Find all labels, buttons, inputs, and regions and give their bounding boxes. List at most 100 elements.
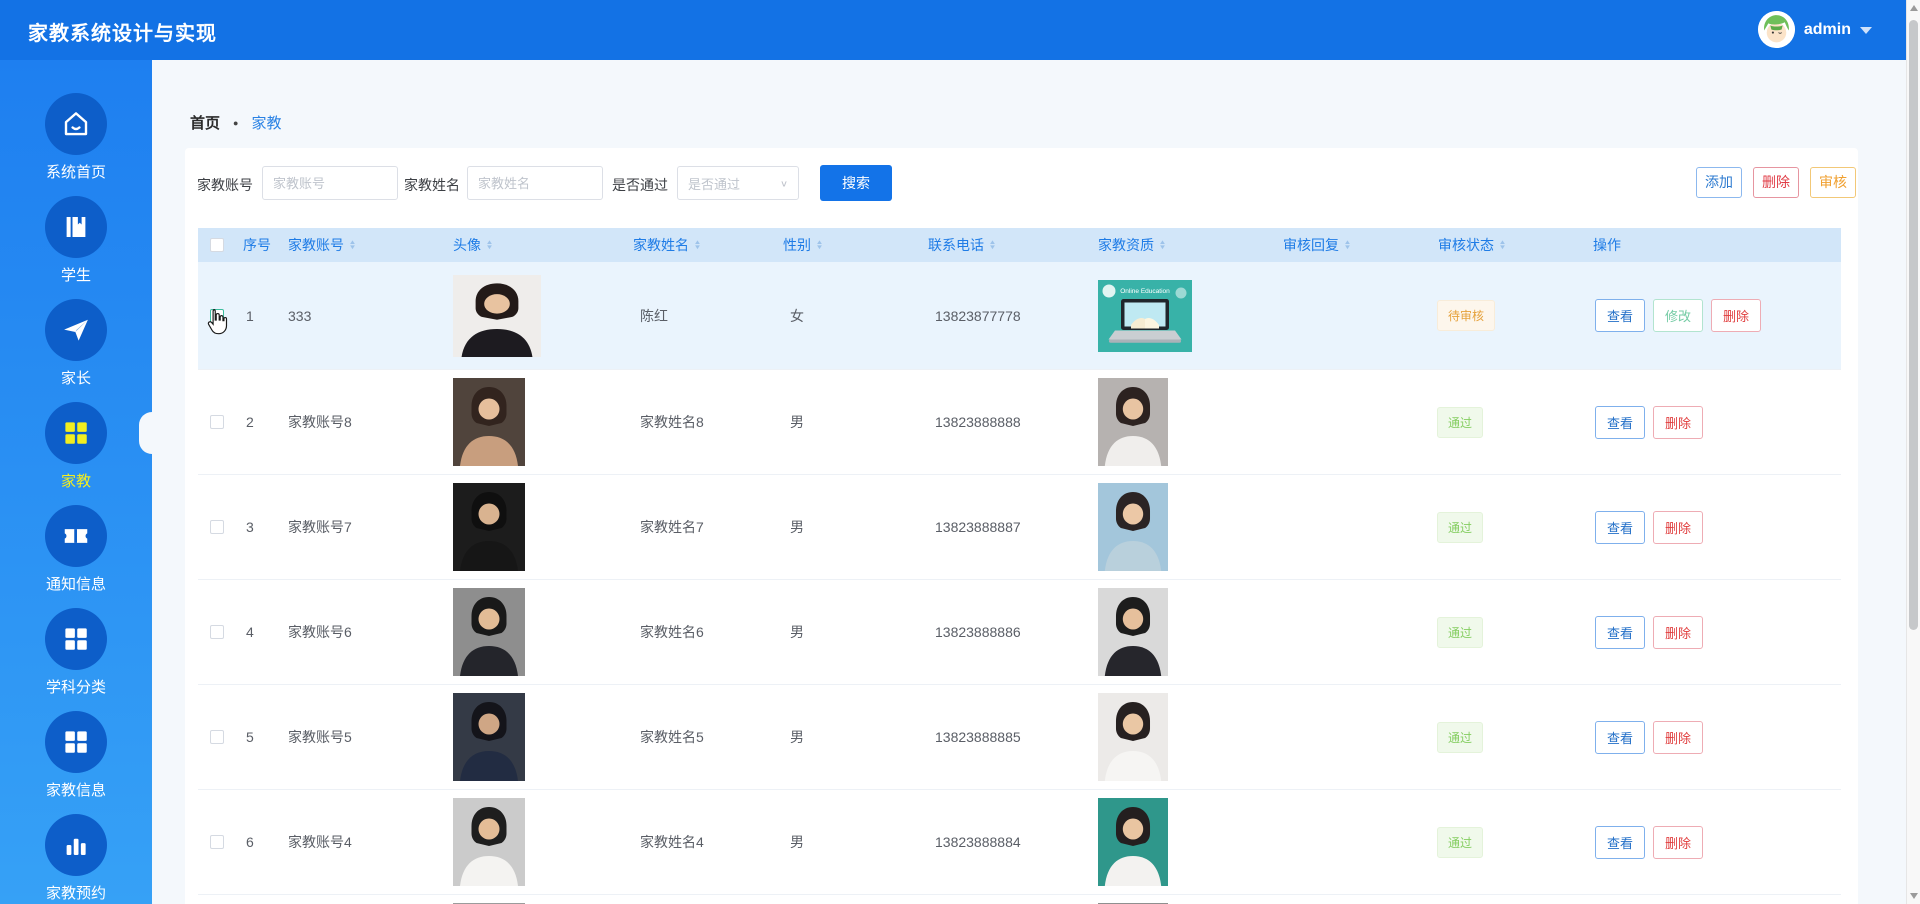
status-badge: 待审核 xyxy=(1437,300,1496,331)
cell-phone: 13823888885 xyxy=(935,729,1021,745)
scroll-down-icon[interactable] xyxy=(1910,893,1918,899)
avatar-image xyxy=(453,693,625,781)
delete-row-button[interactable]: 删除 xyxy=(1653,615,1704,649)
delete-row-button[interactable]: 删除 xyxy=(1653,720,1704,754)
qualification-image xyxy=(1098,588,1275,676)
sort-icon[interactable]: ▲ ▼ xyxy=(815,239,823,250)
view-row-button[interactable]: 查看 xyxy=(1595,405,1646,439)
review-button[interactable]: 审核 xyxy=(1810,167,1856,198)
cell-operations: 查看 删除 xyxy=(1585,405,1841,439)
cell-index: 5 xyxy=(246,729,254,745)
row-checkbox[interactable] xyxy=(209,835,224,849)
name-search-input[interactable] xyxy=(467,166,603,200)
user-avatar xyxy=(1757,11,1795,48)
view-row-button[interactable]: 查看 xyxy=(1595,720,1646,754)
sort-icon[interactable]: ▲ ▼ xyxy=(1343,239,1351,250)
table-row: 6 家教账号4 家教姓名4 男 13823888884 通过 查看 删除 xyxy=(198,790,1841,895)
cell-account: 家教账号6 xyxy=(288,624,352,640)
status-badge: 通过 xyxy=(1437,616,1484,648)
cell-status: 待审核 xyxy=(1430,300,1585,331)
row-checkbox[interactable] xyxy=(209,415,224,429)
row-checkbox[interactable] xyxy=(209,520,224,534)
column-header-name[interactable]: 家教姓名 ▲ ▼ xyxy=(625,235,775,255)
filter-name-label: 家教姓名 xyxy=(404,177,460,193)
sidebar-item-家教[interactable]: 家教 xyxy=(0,402,152,505)
view-row-button[interactable]: 查看 xyxy=(1595,615,1646,649)
cell-phone: 13823877778 xyxy=(935,307,1021,324)
select-all-checkbox-cell xyxy=(198,238,235,252)
qualification-image xyxy=(1098,483,1275,571)
table-row xyxy=(198,895,1841,904)
breadcrumb: 首页 ● 家教 xyxy=(190,112,281,133)
sort-icon[interactable]: ▲ ▼ xyxy=(693,239,701,250)
cell-account: 家教账号8 xyxy=(288,414,352,430)
cell-operations: 查看 删除 xyxy=(1585,825,1841,859)
sidebar-item-学生[interactable]: 学生 xyxy=(0,196,152,299)
app-title: 家教系统设计与实现 xyxy=(28,23,217,45)
delete-row-button[interactable]: 删除 xyxy=(1653,405,1704,439)
sort-icon[interactable]: ▲ ▼ xyxy=(348,239,356,250)
cell-name: 家教姓名5 xyxy=(640,729,704,745)
cell-account: 家教账号5 xyxy=(288,729,352,745)
sort-icon[interactable]: ▲ ▼ xyxy=(485,239,493,250)
filter-pass-label: 是否通过 xyxy=(612,177,668,193)
user-name: admin xyxy=(1803,20,1851,38)
row-checkbox[interactable] xyxy=(209,730,224,744)
view-row-button[interactable]: 查看 xyxy=(1595,825,1646,859)
qualification-image xyxy=(1098,378,1275,466)
scroll-up-icon[interactable] xyxy=(1910,5,1918,11)
sidebar-item-label: 系统首页 xyxy=(45,164,106,181)
breadcrumb-home[interactable]: 首页 xyxy=(190,112,220,133)
sort-icon[interactable]: ▲ ▼ xyxy=(1498,239,1506,250)
cell-gender: 男 xyxy=(790,519,804,535)
search-button[interactable]: 搜索 xyxy=(820,165,892,201)
column-header-qualification[interactable]: 家教资质 ▲ ▼ xyxy=(1090,235,1275,255)
row-checkbox[interactable] xyxy=(209,625,224,639)
pass-select[interactable]: 是否通过 ∨ xyxy=(677,166,799,200)
sort-icon[interactable]: ▲ ▼ xyxy=(988,239,996,250)
sidebar-item-系统首页[interactable]: 系统首页 xyxy=(0,93,152,196)
status-badge: 通过 xyxy=(1437,406,1484,438)
column-header-gender[interactable]: 性别 ▲ ▼ xyxy=(775,235,920,255)
cell-name: 家教姓名7 xyxy=(640,519,704,535)
sort-icon[interactable]: ▲ ▼ xyxy=(1158,239,1166,250)
avatar-image xyxy=(453,378,625,466)
grid-icon xyxy=(45,402,107,464)
column-header-reply[interactable]: 审核回复 ▲ ▼ xyxy=(1275,235,1430,255)
cell-index: 1 xyxy=(246,307,254,324)
table-row: 5 家教账号5 家教姓名5 男 13823888885 通过 查看 删除 xyxy=(198,685,1841,790)
scrollbar[interactable] xyxy=(1906,0,1920,904)
scrollbar-thumb[interactable] xyxy=(1909,20,1918,630)
column-header-phone[interactable]: 联系电话 ▲ ▼ xyxy=(920,235,1090,255)
svg-text:Online Education: Online Education xyxy=(1120,288,1170,295)
delete-button[interactable]: 删除 xyxy=(1753,167,1799,198)
status-badge: 通过 xyxy=(1437,826,1484,858)
breadcrumb-current[interactable]: 家教 xyxy=(251,112,281,133)
user-menu[interactable]: admin xyxy=(1757,11,1872,48)
sidebar-item-家教信息[interactable]: 家教信息 xyxy=(0,711,152,814)
cell-index: 2 xyxy=(246,414,254,430)
cell-gender: 男 xyxy=(790,414,804,430)
sidebar-item-学科分类[interactable]: 学科分类 xyxy=(0,608,152,711)
delete-row-button[interactable]: 删除 xyxy=(1711,299,1762,332)
add-button[interactable]: 添加 xyxy=(1696,167,1742,198)
cell-operations: 查看 删除 xyxy=(1585,510,1841,544)
view-row-button[interactable]: 查看 xyxy=(1595,299,1646,332)
column-header-account[interactable]: 家教账号 ▲ ▼ xyxy=(280,235,445,255)
account-search-input[interactable] xyxy=(262,166,398,200)
select-all-checkbox[interactable] xyxy=(209,238,224,252)
sidebar-item-家教预约[interactable]: 家教预约 xyxy=(0,814,152,904)
sidebar-item-label: 家教预约 xyxy=(45,885,106,902)
delete-row-button[interactable]: 删除 xyxy=(1653,825,1704,859)
column-header-avatar[interactable]: 头像 ▲ ▼ xyxy=(445,235,625,255)
sidebar-item-label: 通知信息 xyxy=(45,576,106,593)
avatar-image xyxy=(453,274,625,357)
delete-row-button[interactable]: 删除 xyxy=(1653,510,1704,544)
row-checkbox[interactable] xyxy=(209,308,224,323)
edit-row-button[interactable]: 修改 xyxy=(1653,299,1704,332)
sidebar-item-通知信息[interactable]: 通知信息 xyxy=(0,505,152,608)
column-header-status[interactable]: 审核状态 ▲ ▼ xyxy=(1430,235,1585,255)
view-row-button[interactable]: 查看 xyxy=(1595,510,1646,544)
sidebar-item-label: 学生 xyxy=(60,267,91,284)
sidebar-item-家长[interactable]: 家长 xyxy=(0,299,152,402)
